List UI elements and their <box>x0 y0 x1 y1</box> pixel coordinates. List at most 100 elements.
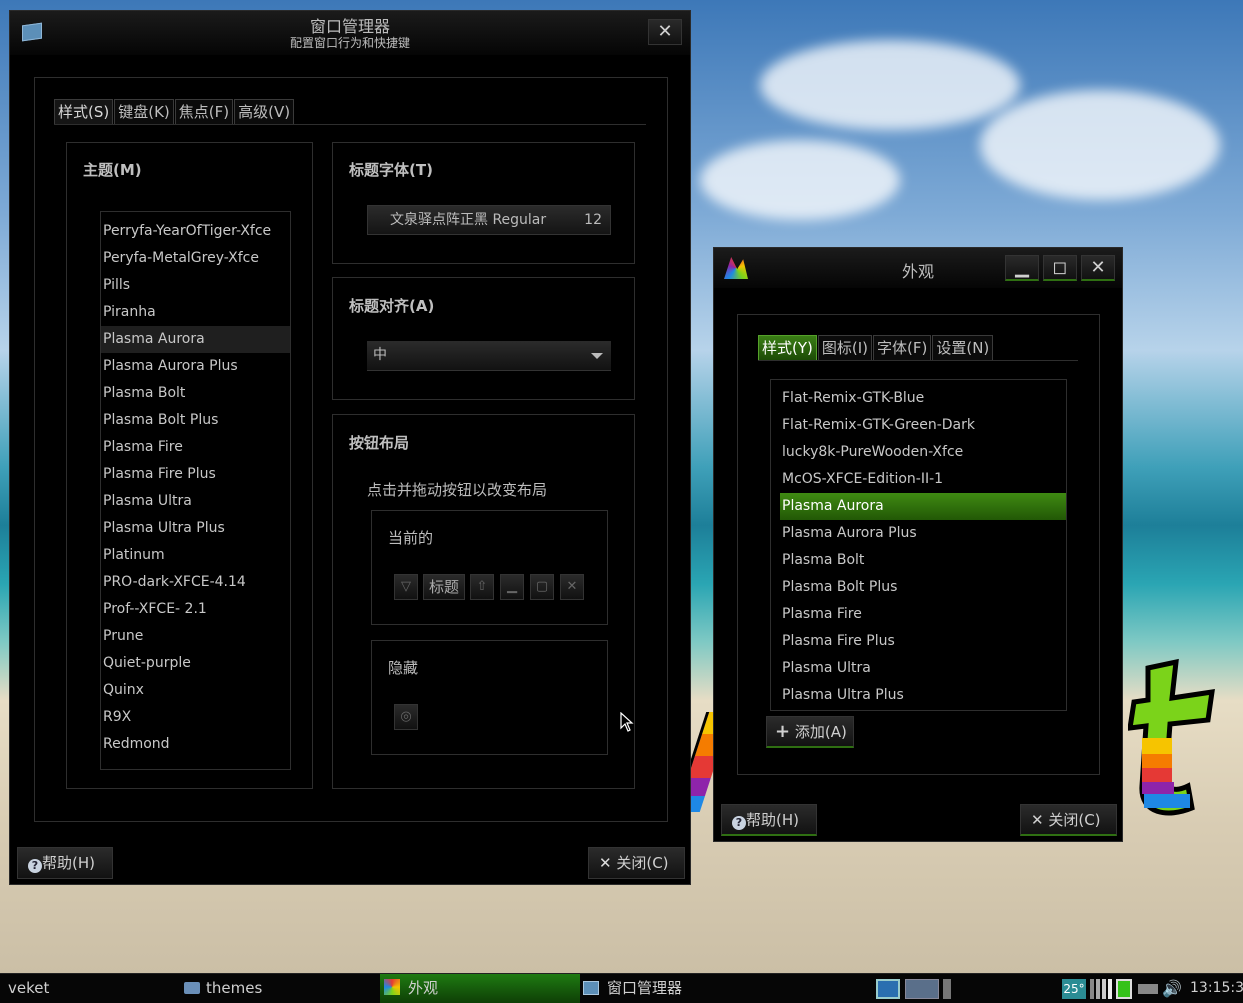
theme-group-title: 主题(M) <box>83 161 142 179</box>
theme-list-item[interactable]: Redmond <box>101 731 290 758</box>
theme-list-item[interactable]: Plasma Bolt Plus <box>101 407 290 434</box>
minimize-window-icon[interactable]: ▁ <box>1005 255 1039 281</box>
show-desktop-icon[interactable] <box>876 979 900 999</box>
tab-icons[interactable]: 图标(I) <box>817 335 873 360</box>
file-manager-icon[interactable] <box>905 979 939 999</box>
wm-close-button[interactable]: ✕ 关闭(C) <box>588 847 685 879</box>
close-icon: ✕ <box>1031 811 1044 829</box>
small-window-icon[interactable] <box>943 979 951 999</box>
start-menu-button[interactable]: veket <box>8 974 49 1003</box>
wm-titlebar[interactable]: 窗口管理器 配置窗口行为和快捷键 ✕ <box>10 11 690 55</box>
maximize-button-icon[interactable]: ▢ <box>530 574 554 600</box>
maximize-window-icon[interactable]: ◻ <box>1043 255 1077 281</box>
theme-list-item[interactable]: Prune <box>101 623 290 650</box>
appearance-close-button[interactable]: ✕ 关闭(C) <box>1020 804 1117 836</box>
appearance-help-button[interactable]: ? 帮助(H) <box>721 804 817 836</box>
add-label: 添加(A) <box>794 723 847 741</box>
style-list-item[interactable]: Plasma Aurora <box>780 493 1066 520</box>
style-list-item[interactable]: Plasma Bolt <box>780 547 1066 574</box>
theme-list-item[interactable]: Plasma Fire Plus <box>101 461 290 488</box>
wm-close-icon[interactable]: ✕ <box>648 19 682 45</box>
tab-fonts[interactable]: 字体(F) <box>873 335 932 360</box>
add-style-button[interactable]: + 添加(A) <box>766 716 854 748</box>
style-list-item[interactable]: Flat-Remix-GTK-Green-Dark <box>780 412 1066 439</box>
palette-icon <box>384 979 400 995</box>
wm-subtitle: 配置窗口行为和快捷键 <box>289 36 410 50</box>
style-list-item[interactable]: Plasma Fire <box>780 601 1066 628</box>
theme-list-item[interactable]: Plasma Fire <box>101 434 290 461</box>
theme-list-item[interactable]: Quinx <box>101 677 290 704</box>
title-font-size: 12 <box>584 212 602 228</box>
mouse-cursor-icon <box>620 712 634 732</box>
tab-style[interactable]: 样式(S) <box>54 99 114 124</box>
theme-list-item[interactable]: Plasma Aurora <box>101 326 290 353</box>
temperature-badge: 25° <box>1062 979 1086 999</box>
style-list-item[interactable]: Flat-Remix-GTK-Blue <box>780 385 1066 412</box>
title-placeholder-button[interactable]: 标题 <box>423 574 465 600</box>
network-signal-icon[interactable] <box>1090 979 1112 999</box>
appearance-help-label: 帮助(H) <box>746 811 799 829</box>
taskbar-label: themes <box>206 979 263 997</box>
battery-icon[interactable] <box>1116 979 1132 999</box>
close-button-icon[interactable]: ✕ <box>560 574 584 600</box>
appearance-titlebar[interactable]: 外观 ▁ ◻ ✕ <box>714 248 1122 288</box>
taskbar-item-window-manager[interactable]: 窗口管理器 <box>583 974 783 1003</box>
tab-focus[interactable]: 焦点(F) <box>174 99 234 124</box>
wm-help-button[interactable]: ? 帮助(H) <box>17 847 113 879</box>
help-icon: ? <box>732 816 746 830</box>
theme-list-item[interactable]: R9X <box>101 704 290 731</box>
theme-list-item[interactable]: Plasma Aurora Plus <box>101 353 290 380</box>
title-font-group-title: 标题字体(T) <box>349 161 433 179</box>
tab-style[interactable]: 样式(Y) <box>758 335 817 360</box>
style-list-item[interactable]: Plasma Ultra Plus <box>780 682 1066 709</box>
theme-list-item[interactable]: Pills <box>101 272 290 299</box>
appearance-close-label: 关闭(C) <box>1048 811 1101 829</box>
style-list-item[interactable]: Plasma Fire Plus <box>780 628 1066 655</box>
minimize-button-icon[interactable]: ▁ <box>500 574 524 600</box>
title-align-group-title: 标题对齐(A) <box>349 297 435 315</box>
veket-logo-icon <box>1128 658 1215 816</box>
theme-list-item[interactable]: Perryfa-YearOfTiger-Xfce <box>101 218 290 245</box>
tab-advanced[interactable]: 高级(V) <box>234 99 295 124</box>
style-list-item[interactable]: Plasma Aurora Plus <box>780 520 1066 547</box>
hidden-label: 隐藏 <box>388 659 419 677</box>
wm-tabs: 样式(S) 键盘(K) 焦点(F) 高级(V) <box>54 99 646 125</box>
stick-button-icon[interactable]: ◎ <box>394 704 418 730</box>
help-icon: ? <box>28 859 42 873</box>
appearance-tabs: 样式(Y) 图标(I) 字体(F) 设置(N) <box>758 335 1078 361</box>
theme-list-item[interactable]: Piranha <box>101 299 290 326</box>
style-list[interactable]: Flat-Remix-GTK-Blue Flat-Remix-GTK-Green-… <box>770 379 1067 711</box>
clock: 13:15:30 <box>1190 980 1243 996</box>
tab-settings[interactable]: 设置(N) <box>932 335 994 360</box>
close-icon: ✕ <box>599 854 612 872</box>
style-list-item[interactable]: Plasma Bolt Plus <box>780 574 1066 601</box>
title-font-name: 文泉驿点阵正黑 Regular <box>390 212 547 228</box>
theme-list-item[interactable]: Prof--XFCE- 2.1 <box>101 596 290 623</box>
theme-list-item[interactable]: PRO-dark-XFCE-4.14 <box>101 569 290 596</box>
style-list-item[interactable]: McOS-XFCE-Edition-II-1 <box>780 466 1066 493</box>
theme-list-item[interactable]: Plasma Bolt <box>101 380 290 407</box>
window-manager-icon <box>583 981 599 995</box>
style-list-item[interactable]: lucky8k-PureWooden-Xfce <box>780 439 1066 466</box>
tab-keyboard[interactable]: 键盘(K) <box>114 99 174 124</box>
current-label: 当前的 <box>388 529 434 547</box>
theme-list-item[interactable]: Plasma Ultra <box>101 488 290 515</box>
shade-button-icon[interactable]: ⇧ <box>470 574 494 600</box>
wm-help-label: 帮助(H) <box>42 854 95 872</box>
taskbar-item-themes[interactable]: themes <box>184 974 374 1003</box>
plus-icon: + <box>775 721 791 742</box>
theme-list-item[interactable]: Plasma Ultra Plus <box>101 515 290 542</box>
menu-button-icon[interactable]: ▽ <box>394 574 418 600</box>
usb-drive-icon[interactable] <box>1138 984 1158 994</box>
volume-icon[interactable]: 🔊 <box>1162 979 1182 999</box>
theme-list-item[interactable]: Quiet-purple <box>101 650 290 677</box>
title-font-button[interactable]: 文泉驿点阵正黑 Regular 12 <box>367 205 611 235</box>
title-align-select[interactable]: 中 <box>367 341 611 371</box>
style-list-item[interactable]: Plasma Ultra <box>780 655 1066 682</box>
theme-list[interactable]: Perryfa-YearOfTiger-Xfce Peryfa-MetalGrey… <box>100 211 291 770</box>
taskbar-item-appearance[interactable]: 外观 <box>380 974 580 1003</box>
theme-list-item[interactable]: Platinum <box>101 542 290 569</box>
theme-list-item[interactable]: Peryfa-MetalGrey-Xfce <box>101 245 290 272</box>
button-layout-hint: 点击并拖动按钮以改变布局 <box>367 481 548 499</box>
appearance-close-icon[interactable]: ✕ <box>1081 255 1115 281</box>
